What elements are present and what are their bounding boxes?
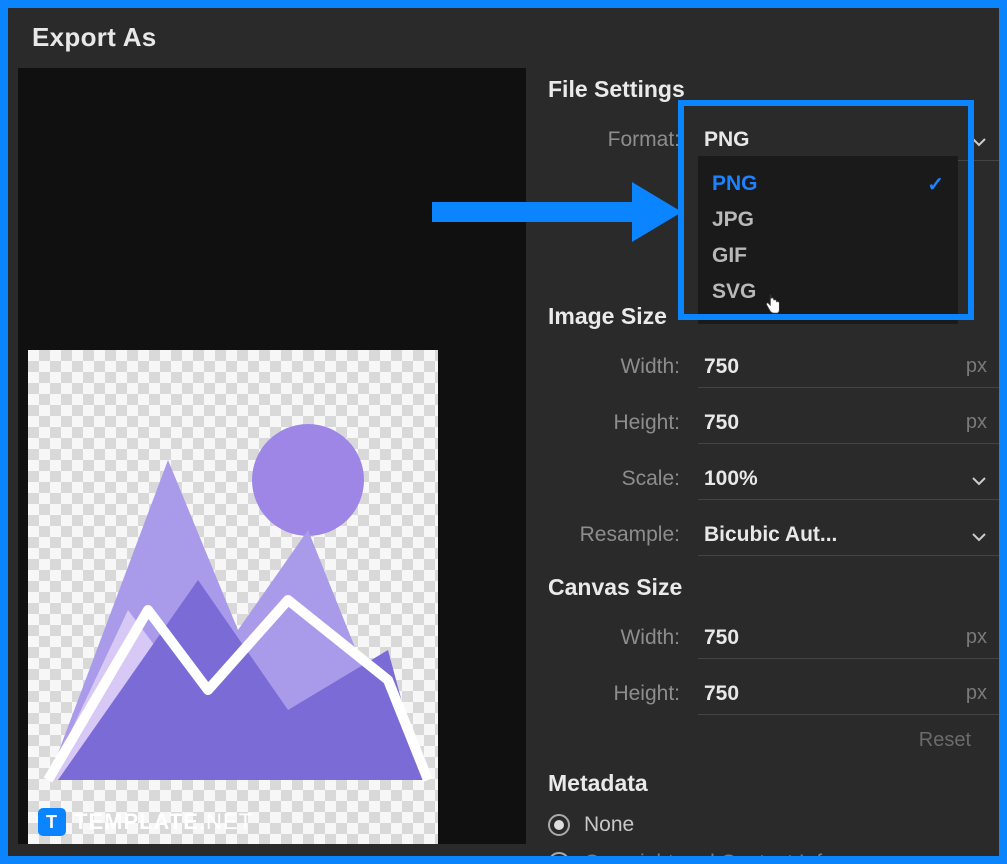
image-height-input[interactable]: 750 px xyxy=(698,402,999,444)
watermark: T TEMPLATE.NET xyxy=(38,808,253,836)
canvas-height-value: 750 xyxy=(704,682,739,706)
watermark-badge: T xyxy=(38,808,66,836)
image-height-label: Height: xyxy=(548,411,698,435)
format-label: Format: xyxy=(548,128,698,152)
radio-unselected-icon xyxy=(548,852,570,856)
landscape-icon xyxy=(28,350,438,844)
preview-viewport xyxy=(18,68,526,844)
format-option-png[interactable]: PNG ✓ xyxy=(712,166,944,202)
chevron-down-icon xyxy=(971,471,987,487)
image-width-label: Width: xyxy=(548,355,698,379)
scale-select[interactable]: 100% xyxy=(698,458,999,500)
image-width-input[interactable]: 750 px xyxy=(698,346,999,388)
format-option-gif[interactable]: GIF xyxy=(712,238,944,274)
scale-label: Scale: xyxy=(548,467,698,491)
reset-button[interactable]: Reset xyxy=(919,729,971,752)
dialog-title: Export As xyxy=(32,22,157,53)
resample-label: Resample: xyxy=(548,523,698,547)
canvas-width-value: 750 xyxy=(704,626,739,650)
checkmark-icon: ✓ xyxy=(927,172,944,197)
export-dialog: Export As File Settings Format: PNG Im xyxy=(8,8,999,856)
format-option-svg[interactable]: SVG xyxy=(712,274,944,310)
image-width-unit: px xyxy=(966,355,993,378)
image-width-value: 750 xyxy=(704,355,739,379)
watermark-text-1: TEMPLATE xyxy=(74,809,199,834)
canvas-width-input[interactable]: 750 px xyxy=(698,617,999,659)
metadata-copyright-radio[interactable]: Copyright and Contact Info xyxy=(548,851,999,856)
format-select[interactable]: PNG xyxy=(698,119,999,161)
canvas-height-input[interactable]: 750 px xyxy=(698,673,999,715)
canvas-width-unit: px xyxy=(966,626,993,649)
cursor-hand-icon xyxy=(762,294,784,316)
radio-selected-icon xyxy=(548,814,570,836)
format-dropdown[interactable]: PNG ✓ JPG GIF SVG xyxy=(698,156,958,324)
preview-canvas xyxy=(28,350,438,844)
metadata-copyright-label: Copyright and Contact Info xyxy=(584,851,834,856)
format-option-jpg[interactable]: JPG xyxy=(712,202,944,238)
metadata-heading: Metadata xyxy=(548,770,999,797)
watermark-text-2: .NET xyxy=(199,809,253,834)
canvas-width-label: Width: xyxy=(548,626,698,650)
canvas-size-heading: Canvas Size xyxy=(548,574,999,601)
chevron-down-icon xyxy=(971,132,987,148)
metadata-none-label: None xyxy=(584,813,634,837)
image-height-unit: px xyxy=(966,411,993,434)
canvas-height-label: Height: xyxy=(548,682,698,706)
canvas-height-unit: px xyxy=(966,682,993,705)
resample-value: Bicubic Aut... xyxy=(704,523,837,547)
chevron-down-icon xyxy=(971,527,987,543)
image-height-value: 750 xyxy=(704,411,739,435)
resample-select[interactable]: Bicubic Aut... xyxy=(698,514,999,556)
file-settings-heading: File Settings xyxy=(548,76,999,103)
format-row: Format: PNG xyxy=(548,119,999,161)
scale-value: 100% xyxy=(704,467,758,491)
format-value: PNG xyxy=(704,128,750,152)
metadata-none-radio[interactable]: None xyxy=(548,813,999,837)
